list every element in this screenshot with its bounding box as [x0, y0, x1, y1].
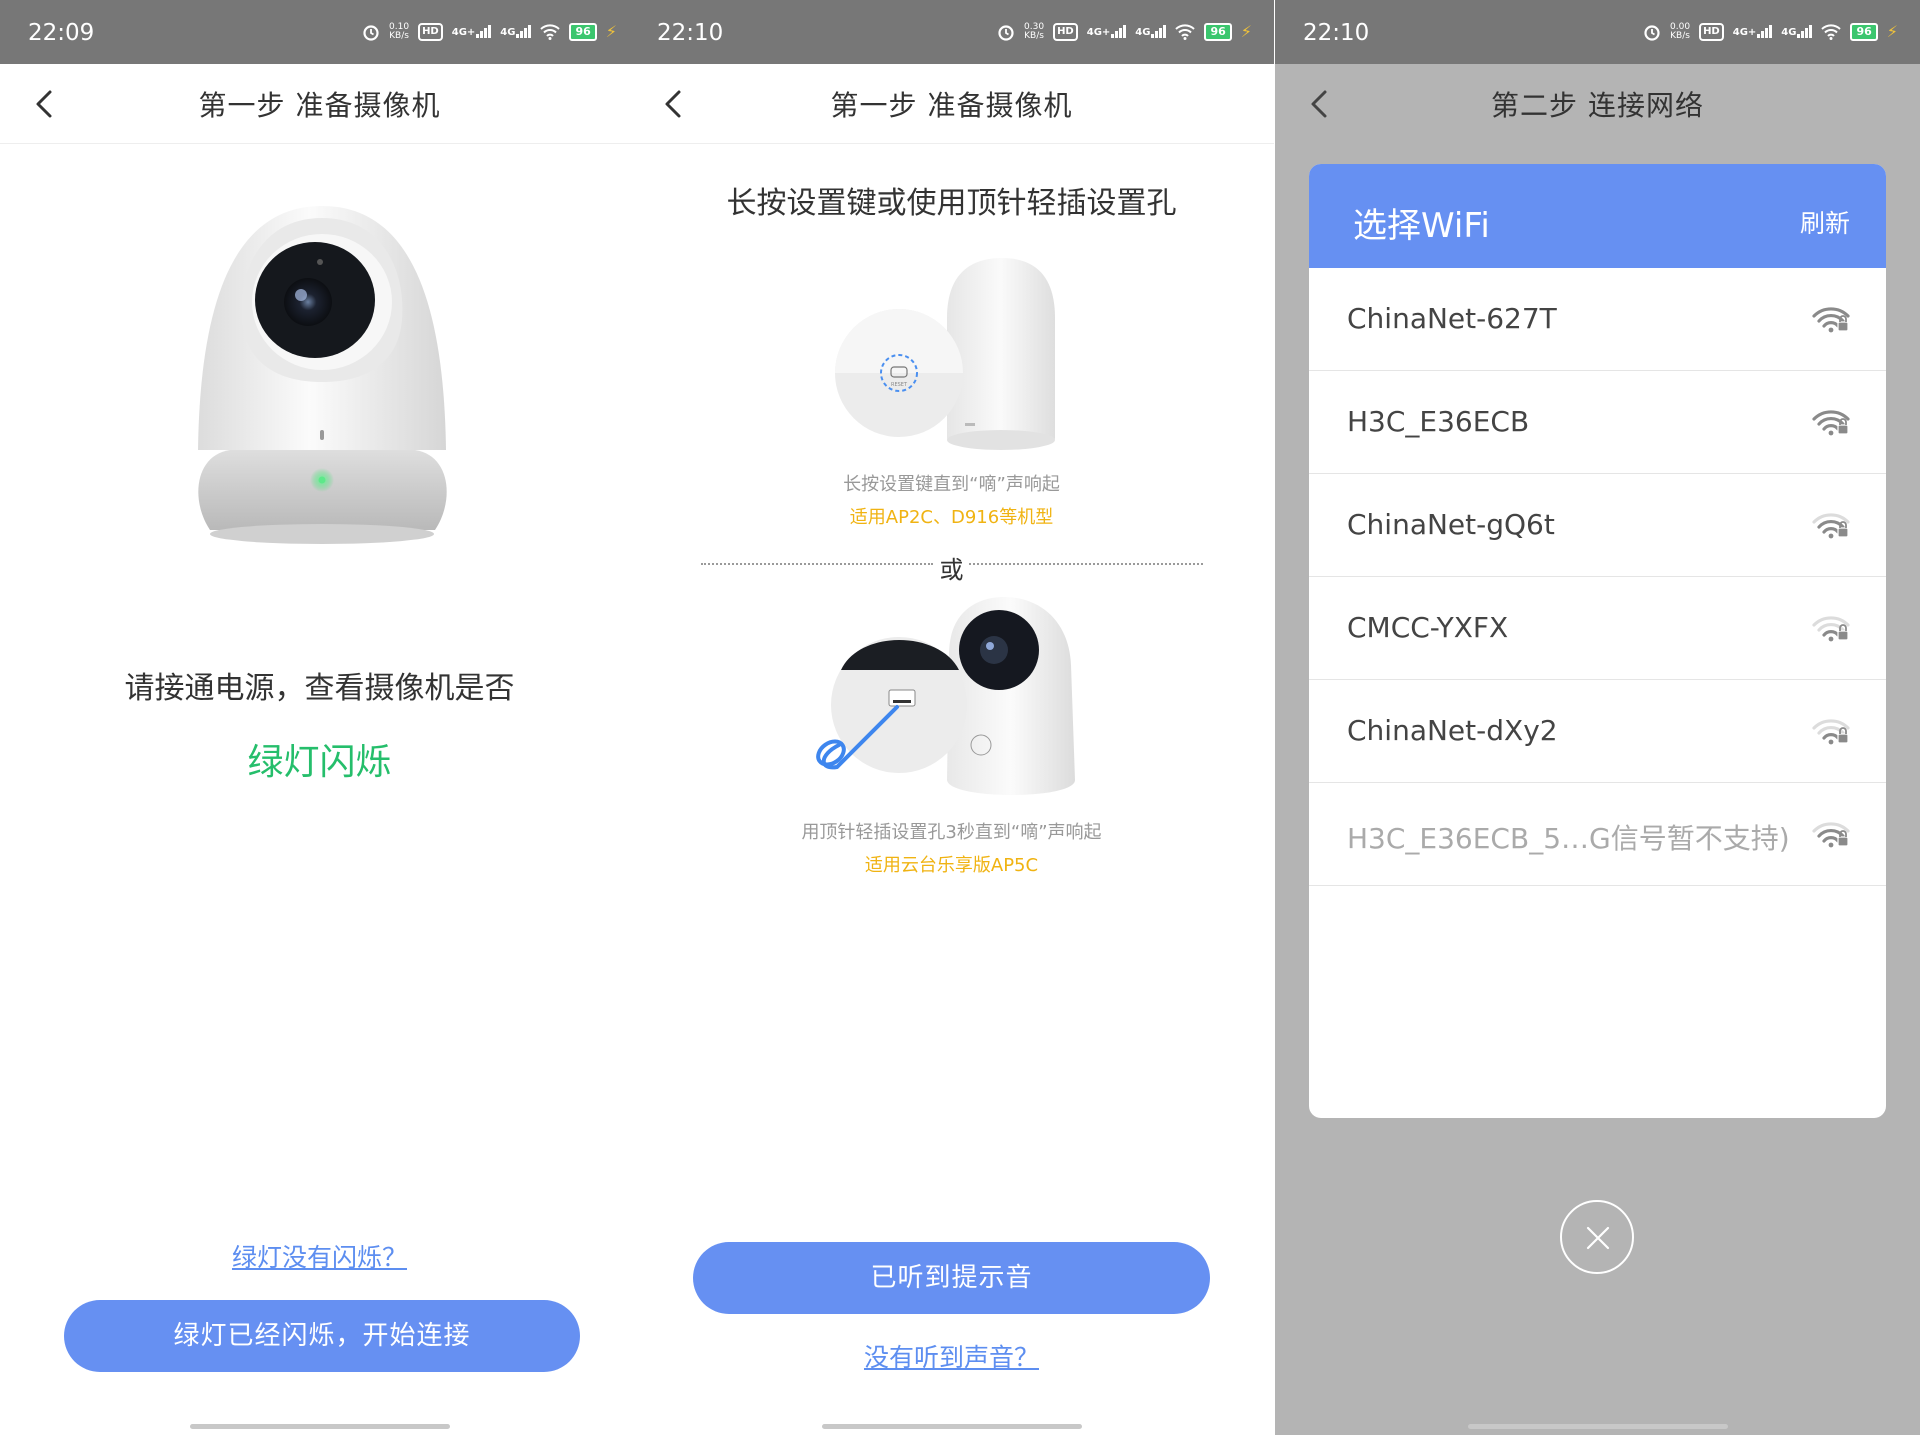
home-indicator: [821, 1424, 1082, 1429]
wifi-ssid: CMCC-YXFX: [1347, 611, 1509, 644]
alarm-icon: [1644, 24, 1660, 41]
home-indicator: [1467, 1424, 1728, 1429]
alarm-icon: [998, 24, 1014, 41]
status-icons: 0.00 KB/s HD 4G+ 4G 96 ⚡: [1643, 22, 1898, 41]
close-button[interactable]: [1560, 1200, 1634, 1274]
hd-icon: HD: [1053, 22, 1078, 41]
signal-icon: 4G: [1135, 25, 1167, 38]
method2-models: 适用云台乐享版AP5C: [864, 855, 1039, 876]
nav-bar: 第二步 连接网络: [1275, 64, 1920, 144]
page-title: 第二步 连接网络: [1491, 89, 1704, 122]
svg-text:RESET: RESET: [891, 382, 908, 388]
status-icons: 0.10 KB/s HD 4G+ 4G 96 ⚡: [362, 22, 617, 41]
status-bar: 22:10 0.00 KB/s HD 4G+ 4G 96 ⚡: [1275, 0, 1920, 64]
wifi-network-item[interactable]: ChinaNet-627T: [1309, 268, 1886, 371]
signal-icon: 4G: [1781, 25, 1813, 38]
highlight-text: 绿灯闪烁: [247, 742, 392, 783]
wifi-lock-icon: [1812, 513, 1850, 539]
hd-icon: HD: [1699, 22, 1724, 41]
status-time: 22:10: [657, 20, 724, 46]
wifi-ssid: ChinaNet-gQ6t: [1347, 508, 1555, 541]
no-sound-link[interactable]: 没有听到声音？: [629, 1338, 1274, 1374]
page-title: 第一步 准备摄像机: [198, 89, 441, 122]
wifi-select-dialog: 选择WiFi 刷新 ChinaNet-627T H3C_E36ECB ChinaNe…: [1309, 164, 1886, 1118]
signal-icon: 4G+: [452, 25, 492, 38]
wifi-icon: [1175, 23, 1196, 40]
net-speed: 0.30 KB/s: [1024, 21, 1045, 41]
hd-icon: HD: [418, 22, 443, 41]
camera-image: [198, 206, 447, 544]
status-bar: 22:09 0.10 KB/s HD 4G+ 4G 96 ⚡: [0, 0, 639, 64]
screen-prepare-camera: 22:09 0.10KB/s HD 4G+ 4G 96 ⚡ 第一步 准备摄像机: [0, 0, 639, 1435]
wifi-lock-icon: [1812, 822, 1850, 848]
status-icons: 0.30 KB/s HD 4G+ 4G 96 ⚡: [997, 22, 1252, 41]
wifi-ssid: H3C_E36ECB_5…G信号暂不支持): [1347, 822, 1790, 855]
wifi-lock-icon: [1812, 307, 1850, 333]
wifi-dialog-title: 选择WiFi: [1353, 206, 1490, 246]
wifi-network-item[interactable]: ChinaNet-gQ6t: [1309, 474, 1886, 577]
wifi-lock-icon: [1812, 410, 1850, 436]
status-bar: 22:10 0.30 KB/s HD 4G+ 4G 96 ⚡: [629, 0, 1274, 64]
page-title: 第一步 准备摄像机: [830, 89, 1073, 122]
wifi-list: ChinaNet-627T H3C_E36ECB ChinaNet-gQ6t CMCC…: [1309, 268, 1886, 886]
instruction-text: 请接通电源，查看摄像机是否: [124, 671, 515, 706]
reset-button-illustration: RESET: [835, 258, 1055, 450]
wifi-ssid: H3C_E36ECB: [1347, 405, 1530, 438]
wifi-network-item[interactable]: CMCC-YXFX: [1309, 577, 1886, 680]
charging-icon: ⚡: [605, 22, 617, 41]
signal-icon: 4G+: [1087, 25, 1127, 38]
instruction-text: 长按设置键或使用顶针轻插设置孔: [726, 186, 1177, 221]
start-connect-button[interactable]: 绿灯已经闪烁，开始连接: [64, 1300, 580, 1372]
net-speed: 0.10 KB/s: [389, 21, 410, 41]
screen-connect-network: 22:10 0.00 KB/s HD 4G+ 4G 96 ⚡ 第二步 连接网络 选…: [1275, 0, 1920, 1435]
pin-reset-illustration: [816, 597, 1075, 795]
charging-icon: ⚡: [1886, 22, 1898, 41]
wifi-dialog-header: 选择WiFi 刷新: [1309, 164, 1886, 268]
battery-icon: 96: [569, 22, 597, 41]
home-indicator: [189, 1424, 450, 1429]
wifi-ssid: ChinaNet-dXy2: [1347, 714, 1558, 747]
status-time: 22:10: [1303, 20, 1370, 46]
wifi-lock-icon: [1812, 719, 1850, 745]
method2-caption: 用顶针轻插设置孔3秒直到“嘀”声响起: [801, 822, 1102, 843]
status-time: 22:09: [28, 20, 95, 46]
wifi-lock-icon: [1812, 616, 1850, 642]
alarm-icon: [363, 24, 379, 41]
wifi-ssid: ChinaNet-627T: [1347, 302, 1557, 335]
refresh-button[interactable]: 刷新: [1800, 204, 1850, 240]
heard-sound-button[interactable]: 已听到提示音: [693, 1242, 1210, 1314]
nav-bar: 第一步 准备摄像机: [629, 64, 1274, 144]
method1-caption: 长按设置键直到“嘀”声响起: [843, 474, 1060, 495]
signal-icon: 4G+: [1733, 25, 1773, 38]
wifi-icon: [1821, 23, 1842, 40]
or-label: 或: [939, 556, 964, 584]
method1-models: 适用AP2C、D916等机型: [849, 507, 1054, 528]
battery-icon: 96: [1204, 22, 1232, 41]
close-icon: [1586, 1226, 1610, 1250]
signal-icon: 4G: [500, 25, 532, 38]
wifi-network-item[interactable]: ChinaNet-dXy2: [1309, 680, 1886, 783]
help-link[interactable]: 绿灯没有闪烁？: [0, 1238, 639, 1274]
battery-icon: 96: [1850, 22, 1878, 41]
nav-bar: 第一步 准备摄像机: [0, 64, 639, 144]
screen-reset-camera: 22:10 0.30 KB/s HD 4G+ 4G 96 ⚡ 第一步 准备摄像机 …: [629, 0, 1274, 1435]
wifi-icon: [540, 23, 561, 40]
wifi-network-item[interactable]: H3C_E36ECB: [1309, 371, 1886, 474]
wifi-network-item[interactable]: H3C_E36ECB_5…G信号暂不支持): [1309, 783, 1886, 886]
charging-icon: ⚡: [1240, 22, 1252, 41]
net-speed: 0.00 KB/s: [1670, 21, 1691, 41]
